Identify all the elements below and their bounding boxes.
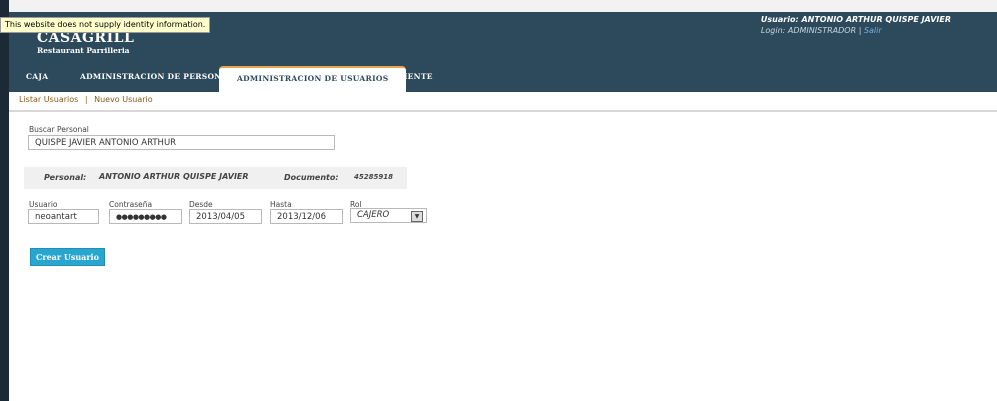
tab-administracion-personal[interactable]: ADMINISTRACION DE PERSONAL xyxy=(80,72,233,81)
hasta-label: Hasta xyxy=(270,200,292,209)
subnav-separator: | xyxy=(84,95,88,104)
main-content: Buscar Personal QUISPE JAVIER ANTONIO AR… xyxy=(9,112,997,401)
rol-selected-value: CAJERO xyxy=(357,210,390,220)
documento-label: Documento: xyxy=(284,173,339,182)
subnav: Listar Usuarios | Nuevo Usuario xyxy=(9,92,997,112)
desde-label: Desde xyxy=(189,200,213,209)
logo: CASAGRILL Restaurant Parrilleria xyxy=(37,30,134,55)
crear-usuario-button[interactable]: Crear Usuario xyxy=(30,248,105,266)
identity-notice: This website does not supply identity in… xyxy=(0,17,211,33)
subnav-listar-usuarios[interactable]: Listar Usuarios xyxy=(19,95,78,104)
tab-administracion-usuarios[interactable]: ADMINISTRACION DE USUARIOS xyxy=(219,66,407,94)
login-label: Login: ADMINISTRADOR xyxy=(760,26,857,35)
tab-cliente[interactable]: CLIENTE xyxy=(392,72,433,81)
chevron-down-icon[interactable]: ▼ xyxy=(411,211,423,222)
tab-caja[interactable]: CAJA xyxy=(26,72,48,81)
login-separator: | xyxy=(858,26,862,35)
desde-input[interactable]: 2013/04/05 xyxy=(189,209,262,224)
personal-info-band: Personal: ANTONIO ARTHUR QUISPE JAVIER D… xyxy=(24,167,407,189)
documento-value: 45285918 xyxy=(354,173,393,181)
user-name: Usuario: ANTONIO ARTHUR QUISPE JAVIER xyxy=(760,15,951,24)
password-input[interactable]: ●●●●●●●●● xyxy=(109,209,182,224)
left-border xyxy=(0,0,9,401)
page: CASAGRILL Restaurant Parrilleria Usuario… xyxy=(0,0,997,401)
brand-subtitle: Restaurant Parrilleria xyxy=(37,46,130,55)
usuario-input[interactable]: neoantart xyxy=(28,209,99,224)
search-personal-input[interactable]: QUISPE JAVIER ANTONIO ARTHUR xyxy=(28,135,335,150)
main-nav: CAJA ADMINISTRACION DE PERSONAL ADMINIST… xyxy=(9,66,997,94)
user-info: Usuario: ANTONIO ARTHUR QUISPE JAVIER Lo… xyxy=(761,14,951,36)
hasta-input[interactable]: 2013/12/06 xyxy=(270,209,343,224)
logout-link[interactable]: Salir xyxy=(864,26,882,35)
personal-label: Personal: xyxy=(44,173,87,182)
subnav-nuevo-usuario[interactable]: Nuevo Usuario xyxy=(94,95,153,104)
login-info: Login: ADMINISTRADOR | Salir xyxy=(761,25,951,36)
rol-select[interactable]: CAJERO ▼ xyxy=(350,208,427,223)
usuario-label: Usuario xyxy=(29,200,58,209)
password-label: Contraseña xyxy=(109,200,153,209)
personal-name: ANTONIO ARTHUR QUISPE JAVIER xyxy=(99,172,249,181)
header-top-strip xyxy=(9,0,997,12)
search-label: Buscar Personal xyxy=(29,125,89,134)
